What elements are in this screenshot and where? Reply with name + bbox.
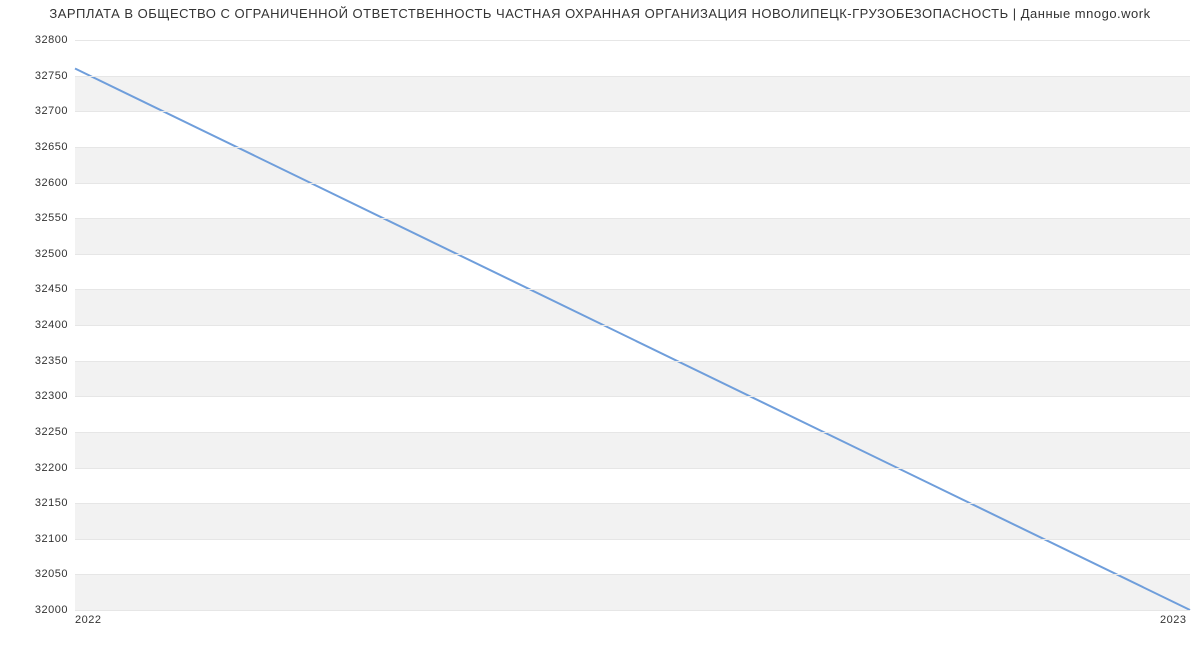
- y-tick-label: 32650: [8, 141, 68, 153]
- y-tick-label: 32000: [8, 604, 68, 616]
- gridline: [75, 147, 1190, 148]
- y-tick-label: 32750: [8, 70, 68, 82]
- chart-title: ЗАРПЛАТА В ОБЩЕСТВО С ОГРАНИЧЕННОЙ ОТВЕТ…: [0, 6, 1200, 21]
- gridline: [75, 539, 1190, 540]
- y-tick-label: 32500: [8, 248, 68, 260]
- y-tick-label: 32250: [8, 426, 68, 438]
- plot-area: [75, 40, 1190, 611]
- gridline: [75, 574, 1190, 575]
- gridline: [75, 218, 1190, 219]
- gridline: [75, 361, 1190, 362]
- gridline: [75, 325, 1190, 326]
- y-tick-label: 32600: [8, 177, 68, 189]
- y-tick-label: 32550: [8, 212, 68, 224]
- y-tick-label: 32150: [8, 497, 68, 509]
- x-tick-label: 2022: [75, 614, 101, 626]
- gridline: [75, 111, 1190, 112]
- y-tick-label: 32050: [8, 568, 68, 580]
- gridline: [75, 396, 1190, 397]
- gridline: [75, 468, 1190, 469]
- y-tick-label: 32350: [8, 355, 68, 367]
- gridline: [75, 40, 1190, 41]
- y-tick-label: 32100: [8, 533, 68, 545]
- gridline: [75, 76, 1190, 77]
- y-tick-label: 32400: [8, 319, 68, 331]
- x-tick-label: 2023: [1160, 614, 1186, 626]
- gridline: [75, 183, 1190, 184]
- gridline: [75, 610, 1190, 611]
- y-tick-label: 32800: [8, 34, 68, 46]
- gridline: [75, 289, 1190, 290]
- chart-container: ЗАРПЛАТА В ОБЩЕСТВО С ОГРАНИЧЕННОЙ ОТВЕТ…: [0, 0, 1200, 650]
- gridline: [75, 432, 1190, 433]
- gridline: [75, 503, 1190, 504]
- gridline: [75, 254, 1190, 255]
- y-tick-label: 32700: [8, 105, 68, 117]
- y-tick-label: 32300: [8, 390, 68, 402]
- y-tick-label: 32200: [8, 462, 68, 474]
- y-tick-label: 32450: [8, 283, 68, 295]
